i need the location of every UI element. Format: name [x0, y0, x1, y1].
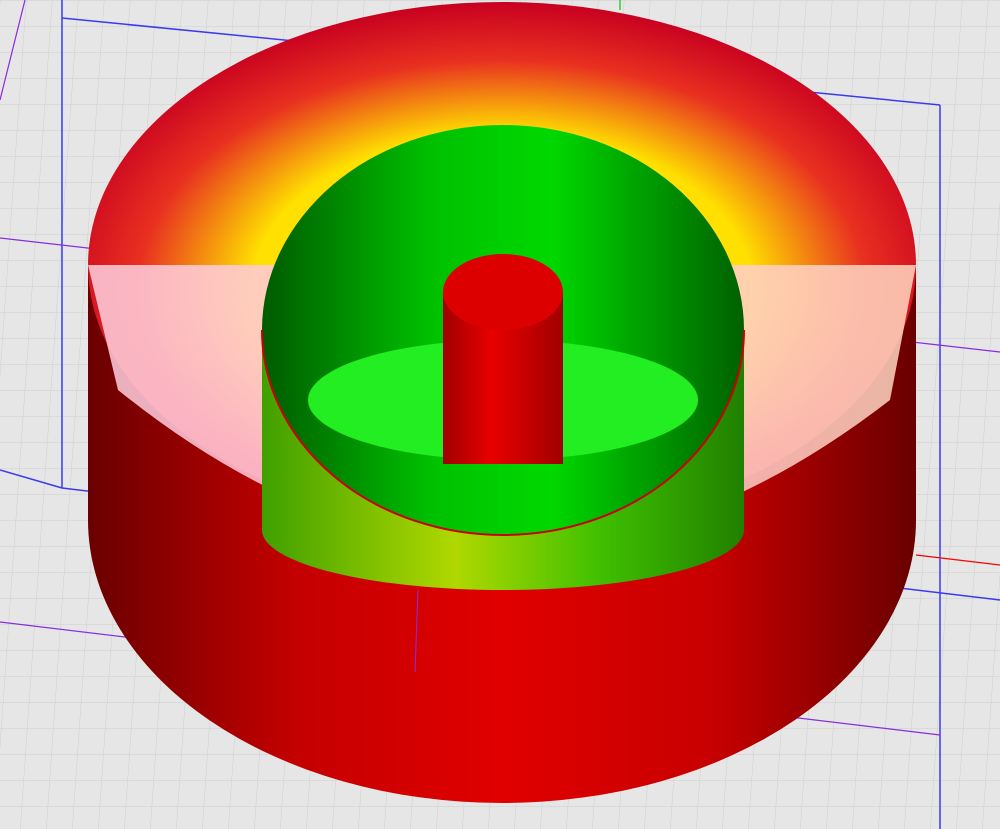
- 3d-viewport[interactable]: [0, 0, 1000, 829]
- center-pin: [443, 254, 563, 464]
- render-canvas[interactable]: [0, 0, 1000, 829]
- center-pin-cap: [443, 254, 563, 330]
